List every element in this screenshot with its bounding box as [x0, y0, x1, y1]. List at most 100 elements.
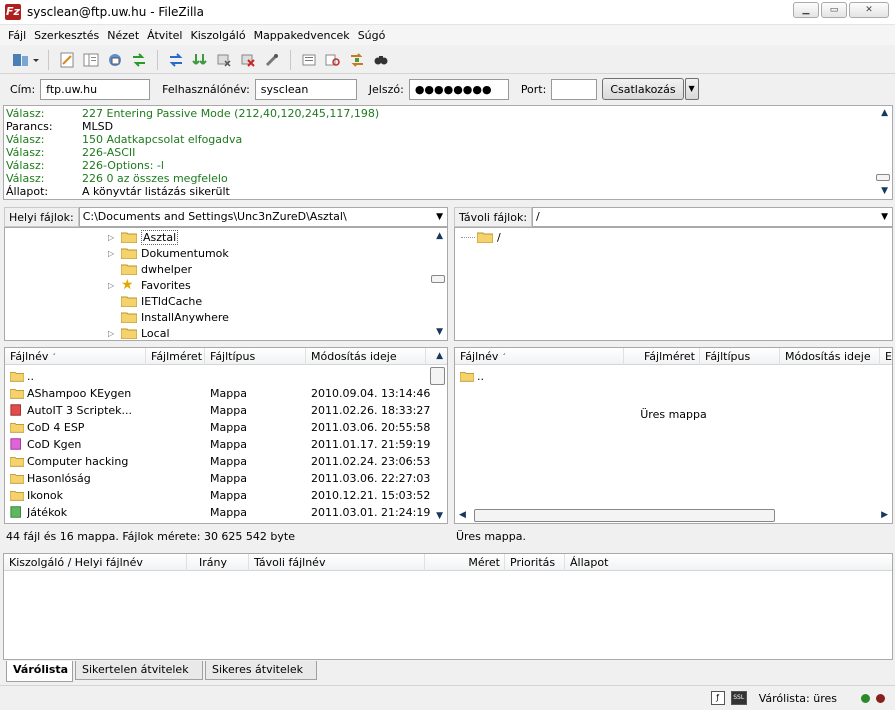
cancel-operation-icon[interactable] [214, 50, 234, 70]
tab-queued-files[interactable]: Várólista [6, 661, 73, 682]
menu-help[interactable]: Súgó [354, 29, 390, 42]
file-row[interactable]: AShampoo KEygen Mappa 2010.09.04. 13:14:… [5, 385, 447, 402]
tab-failed-transfers[interactable]: Sikertelen átvitelek [75, 661, 203, 680]
column-header-filename[interactable]: Fájlnév ˊ [455, 348, 624, 365]
column-header-priority[interactable]: Prioritás [505, 554, 565, 571]
log-scrollbar-thumb[interactable] [876, 174, 890, 181]
local-directory-tree[interactable]: ▷ Asztal ▷ Dokumentumok dwhelper ▷ ★ Fav… [4, 227, 448, 341]
column-header-server-local-file[interactable]: Kiszolgáló / Helyi fájlnév [4, 554, 187, 571]
empty-folder-text: Üres mappa [640, 408, 707, 421]
menu-transfer[interactable]: Átvitel [143, 29, 186, 42]
message-log[interactable]: Válasz: 227 Entering Passive Mode (212,40… [3, 105, 893, 200]
minimize-button[interactable]: ▁ [793, 2, 819, 18]
file-row[interactable]: AutoIT 3 Scriptek... Mappa 2011.02.26. 1… [5, 402, 447, 419]
file-row[interactable]: CoD Kgen Mappa 2011.01.17. 21:59:19 [5, 436, 447, 453]
close-button[interactable]: ✕ [849, 2, 889, 18]
expand-arrow-icon[interactable]: ▷ [108, 329, 116, 338]
remote-directory-tree[interactable]: / [454, 227, 893, 341]
remote-path-combobox[interactable]: / ▼ [532, 207, 893, 227]
tree-item[interactable]: ▷ ★ Favorites [108, 277, 191, 293]
column-header-filetype[interactable]: Fájltípus [205, 348, 306, 365]
scroll-right-arrow-icon[interactable]: ▶ [881, 510, 888, 520]
remote-tree-toggle-icon[interactable] [105, 50, 125, 70]
file-row[interactable]: Ikonok Mappa 2010.12.21. 15:03:52 [5, 487, 447, 504]
queue-toggle-icon[interactable] [129, 50, 149, 70]
column-header-size[interactable]: Méret [425, 554, 505, 571]
file-row[interactable]: CoD 4 ESP Mappa 2011.03.06. 20:55:58 [5, 419, 447, 436]
scroll-down-arrow-icon[interactable]: ▼ [436, 511, 443, 521]
speed-limit-icon[interactable]: ƒ [710, 691, 725, 705]
file-row[interactable]: Hasonlóság Mappa 2011.03.06. 22:27:03 [5, 470, 447, 487]
column-header-status[interactable]: Állapot [565, 554, 892, 571]
maximize-button[interactable]: ▭ [821, 2, 847, 18]
file-row[interactable]: Játékok Mappa 2011.03.01. 21:24:19 [5, 504, 447, 521]
quickconnect-dropdown-arrow-icon[interactable]: ▼ [684, 78, 699, 100]
scroll-down-arrow-icon[interactable]: ▼ [436, 327, 443, 337]
tree-item[interactable]: / [477, 229, 501, 245]
expand-arrow-icon[interactable]: ▷ [108, 249, 116, 258]
scroll-down-arrow-icon[interactable]: ▼ [881, 186, 888, 196]
tree-item[interactable]: IETldCache [121, 293, 202, 309]
tree-item-label: / [497, 230, 501, 244]
menu-view[interactable]: Nézet [103, 29, 143, 42]
toolbar [0, 46, 895, 74]
chevron-down-icon[interactable]: ▼ [436, 208, 443, 226]
chevron-down-icon[interactable]: ▼ [881, 208, 888, 226]
column-header-permissions[interactable]: Er [880, 348, 892, 365]
column-header-filetype[interactable]: Fájltípus [700, 348, 780, 365]
file-list-scrollbar-thumb[interactable] [430, 367, 445, 385]
scroll-up-arrow-icon[interactable]: ▲ [436, 351, 443, 361]
column-header-filesize[interactable]: Fájlméret [624, 348, 700, 365]
remote-file-list[interactable]: Fájlnév ˊ Fájlméret Fájltípus Módosítás … [454, 347, 893, 524]
tab-successful-transfers[interactable]: Sikeres átvitelek [205, 661, 317, 680]
local-path-combobox[interactable]: C:\Documents and Settings\Unc3nZureD\Asz… [78, 207, 448, 227]
menu-edit[interactable]: Szerkesztés [30, 29, 103, 42]
password-input[interactable] [408, 78, 509, 100]
tree-item[interactable]: ▷ Dokumentumok [108, 245, 229, 261]
file-name: Hasonlóság [27, 472, 91, 485]
menu-file[interactable]: Fájl [4, 29, 30, 42]
horizontal-scrollbar-thumb[interactable] [474, 509, 775, 522]
find-files-icon[interactable] [371, 50, 391, 70]
expand-arrow-icon[interactable]: ▷ [108, 281, 116, 290]
quickconnect-button[interactable]: Csatlakozás [602, 78, 684, 100]
tree-scrollbar-thumb[interactable] [431, 275, 445, 283]
file-row[interactable]: .. [455, 368, 892, 385]
refresh-icon[interactable] [166, 50, 186, 70]
column-header-remote-file[interactable]: Távoli fájlnév [249, 554, 425, 571]
expand-arrow-icon[interactable]: ▷ [108, 233, 116, 242]
scroll-up-arrow-icon[interactable]: ▲ [881, 108, 888, 118]
column-header-filesize[interactable]: Fájlméret [146, 348, 205, 365]
column-header-direction[interactable]: Irány [187, 554, 249, 571]
compare-directories-icon[interactable] [323, 50, 343, 70]
directory-listing-filter-icon[interactable] [299, 50, 319, 70]
synchronized-browsing-icon[interactable] [347, 50, 367, 70]
disconnect-icon[interactable] [238, 50, 258, 70]
tree-item[interactable]: dwhelper [121, 261, 192, 277]
scroll-left-arrow-icon[interactable]: ◀ [459, 510, 466, 520]
reconnect-icon[interactable] [262, 50, 282, 70]
column-header-modified[interactable]: Módosítás ideje [306, 348, 426, 365]
log-entry: Válasz: 226 0 az összes megfelelo [6, 172, 228, 185]
tree-item[interactable]: ▷ Local [108, 325, 170, 340]
port-input[interactable] [551, 78, 598, 100]
username-input[interactable] [254, 78, 357, 100]
message-log-toggle-icon[interactable] [57, 50, 77, 70]
menu-server[interactable]: Kiszolgáló [187, 29, 250, 42]
menu-bookmarks[interactable]: Mappakedvencek [250, 29, 354, 42]
column-header-modified[interactable]: Módosítás ideje [780, 348, 880, 365]
file-row[interactable]: .. [5, 368, 447, 385]
local-file-list[interactable]: Fájlnév ˊ Fájlméret Fájltípus Módosítás … [4, 347, 448, 524]
process-queue-icon[interactable] [190, 50, 210, 70]
host-input[interactable] [40, 78, 151, 100]
tree-item[interactable]: InstallAnywhere [121, 309, 229, 325]
tree-item[interactable]: ▷ Asztal [108, 229, 179, 245]
file-row[interactable]: Computer hacking Mappa 2011.02.24. 23:06… [5, 453, 447, 470]
transfer-queue[interactable]: Kiszolgáló / Helyi fájlnév Irány Távoli … [3, 553, 893, 660]
local-status-text: 44 fájl és 16 mappa. Fájlok mérete: 30 6… [6, 530, 295, 543]
local-tree-toggle-icon[interactable] [81, 50, 101, 70]
log-entry: Válasz: 226-Options: -l [6, 159, 164, 172]
column-header-filename[interactable]: Fájlnév ˊ [5, 348, 146, 365]
scroll-up-arrow-icon[interactable]: ▲ [436, 231, 443, 241]
site-manager-icon[interactable] [10, 50, 40, 70]
